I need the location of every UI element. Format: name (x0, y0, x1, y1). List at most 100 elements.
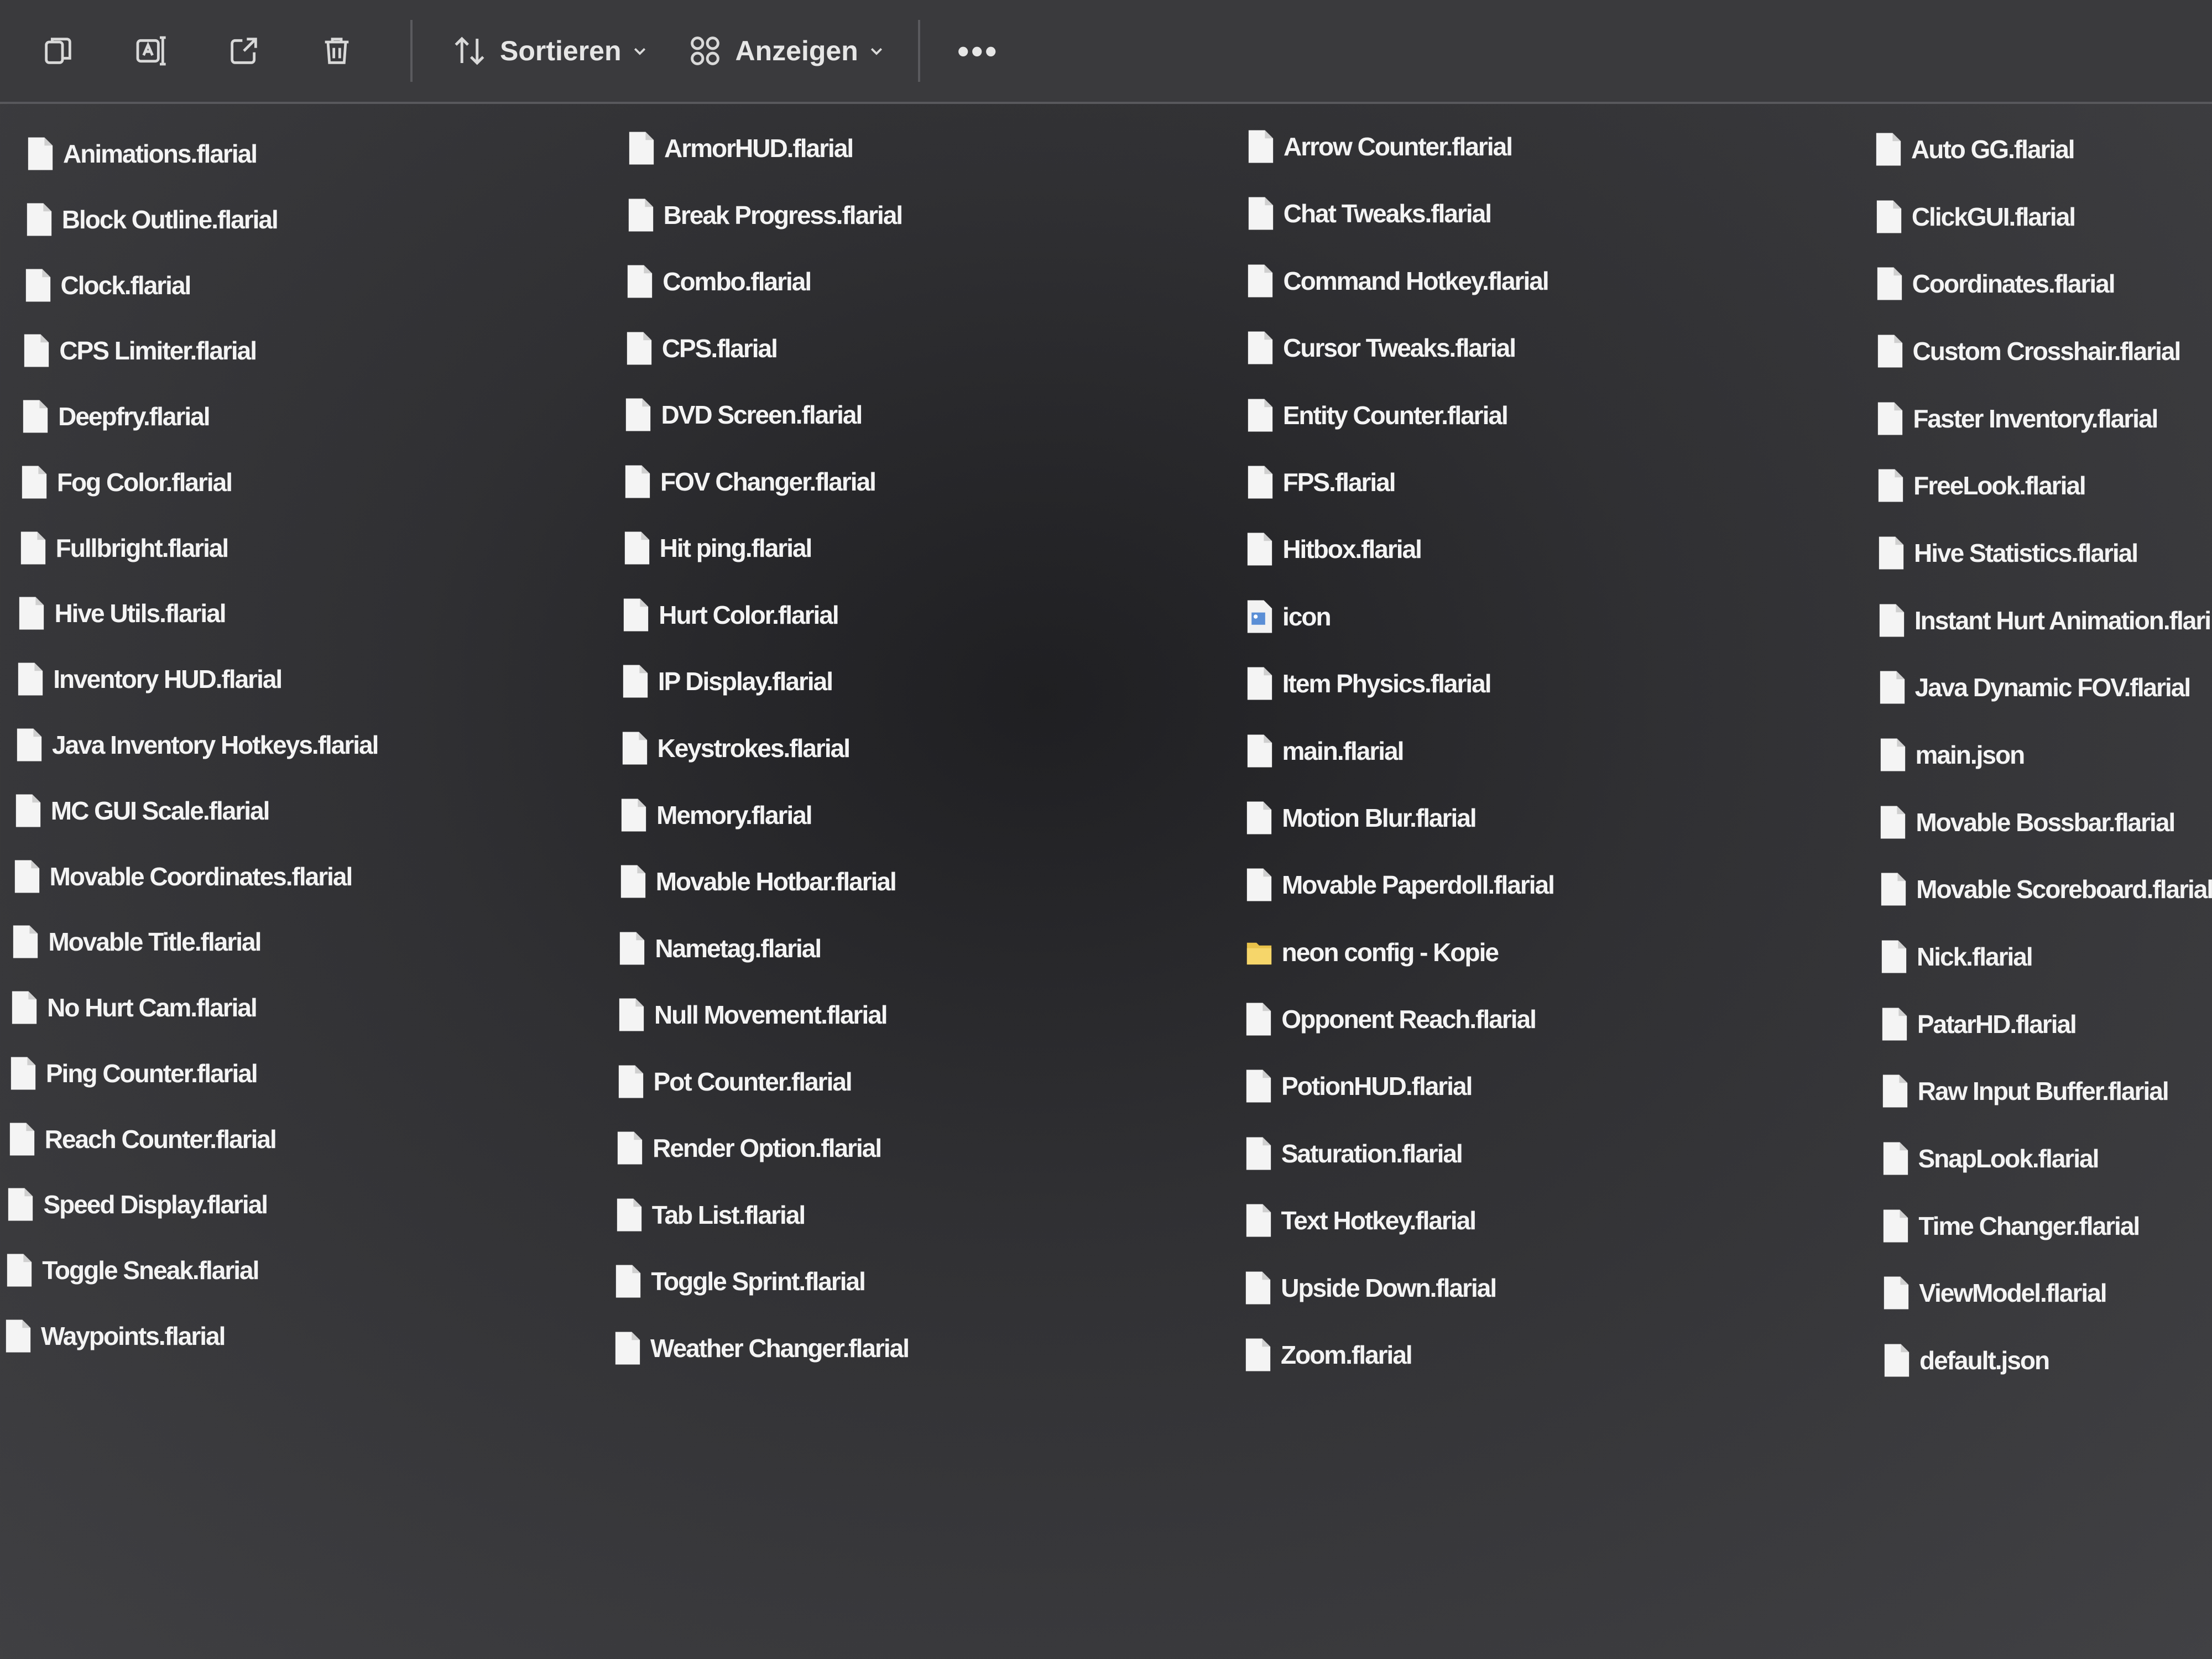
file-name: neon config - Kopie (1281, 937, 1499, 967)
file-item[interactable]: Command Hotkey.flarial (1246, 253, 1550, 309)
file-item[interactable]: Instant Hurt Animation.flari (1878, 593, 2211, 648)
file-item[interactable]: Tab List.flarial (615, 1187, 806, 1243)
file-item[interactable]: Weather Changer.flarial (614, 1321, 910, 1376)
file-item[interactable]: ClickGUI.flarial (1875, 189, 2076, 244)
file-icon (23, 400, 48, 433)
file-item[interactable]: CPS Limiter.flarial (23, 323, 257, 378)
file-icon (623, 665, 648, 698)
file-item[interactable]: Upside Down.flarial (1244, 1260, 1497, 1316)
file-name: Animations.flarial (63, 139, 258, 168)
file-item[interactable]: Java Dynamic FOV.flarial (1879, 660, 2191, 715)
file-icon (1880, 738, 1905, 771)
file-item[interactable]: Coordinates.flarial (1876, 256, 2116, 311)
file-item[interactable]: No Hurt Cam.flarial (11, 980, 258, 1035)
file-item[interactable]: Cursor Tweaks.flarial (1246, 320, 1516, 375)
file-item[interactable]: Fog Color.flarial (20, 455, 233, 510)
file-item[interactable]: Inventory HUD.flarial (17, 651, 283, 707)
file-item[interactable]: Nametag.flarial (618, 921, 822, 976)
file-item[interactable]: Chat Tweaks.flarial (1247, 186, 1492, 241)
file-item[interactable]: Null Movement.flarial (618, 987, 888, 1042)
file-icon (1247, 667, 1272, 700)
file-item[interactable]: FreeLook.flarial (1877, 458, 2086, 513)
file-item[interactable]: FOV Changer.flarial (624, 454, 877, 509)
file-item[interactable]: CPS.flarial (625, 321, 778, 376)
file-item[interactable]: Keystrokes.flarial (621, 721, 851, 776)
file-item[interactable]: Opponent Reach.flarial (1245, 992, 1537, 1047)
file-icon (621, 799, 646, 832)
file-item[interactable]: Block Outline.flarial (25, 192, 279, 247)
file-item[interactable]: icon (1246, 589, 1332, 644)
file-item[interactable]: ViewModel.flarial (1882, 1265, 2107, 1321)
file-name: Toggle Sneak.flarial (42, 1256, 259, 1285)
file-item[interactable]: Toggle Sneak.flarial (6, 1243, 259, 1298)
file-item[interactable]: Movable Hotbar.flarial (619, 854, 897, 909)
folder-item[interactable]: neon config - Kopie (1245, 925, 1499, 980)
file-item[interactable]: Animations.flarial (27, 126, 258, 181)
file-item[interactable]: Deepfry.flarial (22, 389, 211, 444)
file-item[interactable]: Custom Crosshair.flarial (1876, 324, 2181, 379)
file-item[interactable]: Movable Coordinates.flarial (13, 849, 353, 904)
file-item[interactable]: Combo.flarial (626, 254, 812, 309)
file-item[interactable]: Pot Counter.flarial (617, 1054, 853, 1109)
file-icon (1247, 734, 1272, 768)
file-name: Entity Counter.flarial (1282, 400, 1509, 430)
file-item[interactable]: Hive Utils.flarial (18, 586, 227, 641)
file-item[interactable]: SnapLook.flarial (1882, 1131, 2099, 1186)
file-icon (24, 334, 49, 367)
file-item[interactable]: Entity Counter.flarial (1246, 388, 1509, 443)
file-item[interactable]: Hitbox.flarial (1246, 521, 1422, 577)
file-icon (627, 332, 651, 365)
file-item[interactable]: Movable Paperdoll.flarial (1245, 857, 1555, 912)
file-icon (1881, 940, 1907, 973)
file-item[interactable]: Zoom.flarial (1244, 1327, 1413, 1383)
file-icon (8, 1188, 33, 1221)
file-icon (618, 1131, 643, 1165)
file-item[interactable]: Text Hotkey.flarial (1245, 1193, 1477, 1248)
file-item[interactable]: Render Option.flarial (616, 1120, 882, 1176)
file-item[interactable]: Movable Bossbar.flarial (1879, 795, 2176, 850)
file-name: Waypoints.flarial (41, 1322, 226, 1350)
file-item[interactable]: DVD Screen.flarial (624, 387, 863, 442)
file-item[interactable]: Speed Display.flarial (7, 1177, 268, 1232)
file-item[interactable]: Fullbright.flarial (19, 520, 229, 576)
file-item[interactable]: Movable Title.flarial (12, 914, 262, 969)
file-name: FOV Changer.flarial (660, 467, 877, 496)
file-item[interactable]: Memory.flarial (620, 787, 813, 843)
file-item[interactable]: Clock.flarial (24, 258, 191, 313)
file-name: Hit ping.flarial (659, 534, 813, 563)
file-item[interactable]: Java Inventory Hotkeys.flarial (15, 717, 379, 773)
file-item[interactable]: PotionHUD.flarial (1245, 1058, 1473, 1114)
file-item[interactable]: Hive Statistics.flarial (1877, 525, 2138, 581)
file-item[interactable]: default.json (1883, 1333, 2050, 1388)
file-name: CPS.flarial (661, 333, 778, 363)
file-item[interactable]: Hurt Color.flarial (622, 587, 839, 643)
file-item[interactable]: Reach Counter.flarial (8, 1112, 277, 1167)
file-item[interactable]: Nick.flarial (1880, 929, 2033, 984)
file-name: Time Changer.flarial (1918, 1211, 2140, 1240)
file-item[interactable]: Arrow Counter.flarial (1247, 119, 1513, 174)
file-item[interactable]: Time Changer.flarial (1882, 1198, 2140, 1254)
file-name: Nick.flarial (1917, 942, 2033, 971)
file-item[interactable]: IP Display.flarial (622, 654, 833, 709)
file-item[interactable]: Item Physics.flarial (1246, 656, 1492, 711)
file-item[interactable]: Movable Scoreboard.flarial (1880, 862, 2212, 917)
file-item[interactable]: Saturation.flarial (1245, 1126, 1463, 1181)
file-icon (617, 1198, 641, 1232)
file-item[interactable]: ArmorHUD.flarial (628, 121, 854, 176)
file-item[interactable]: MC GUI Scale.flarial (14, 783, 270, 838)
file-item[interactable]: main.flarial (1246, 723, 1404, 779)
file-item[interactable]: PatarHD.flarial (1881, 997, 2077, 1052)
file-item[interactable]: Motion Blur.flarial (1245, 790, 1477, 846)
file-item[interactable]: Waypoints.flarial (4, 1308, 226, 1364)
file-icon (17, 728, 42, 761)
file-item[interactable]: main.json (1879, 727, 2025, 782)
file-item[interactable]: Ping Counter.flarial (9, 1046, 258, 1101)
file-item[interactable]: Break Progress.flarial (627, 187, 903, 243)
file-item[interactable]: Toggle Sprint.flarial (614, 1254, 866, 1309)
file-item[interactable]: Auto GG.flarial (1875, 122, 2075, 177)
file-item[interactable]: Faster Inventory.flarial (1876, 391, 2158, 446)
file-item[interactable]: FPS.flarial (1246, 455, 1396, 510)
file-item[interactable]: Hit ping.flarial (623, 520, 812, 576)
file-item[interactable]: Raw Input Buffer.flarial (1881, 1063, 2169, 1119)
file-name: Combo.flarial (662, 267, 812, 296)
